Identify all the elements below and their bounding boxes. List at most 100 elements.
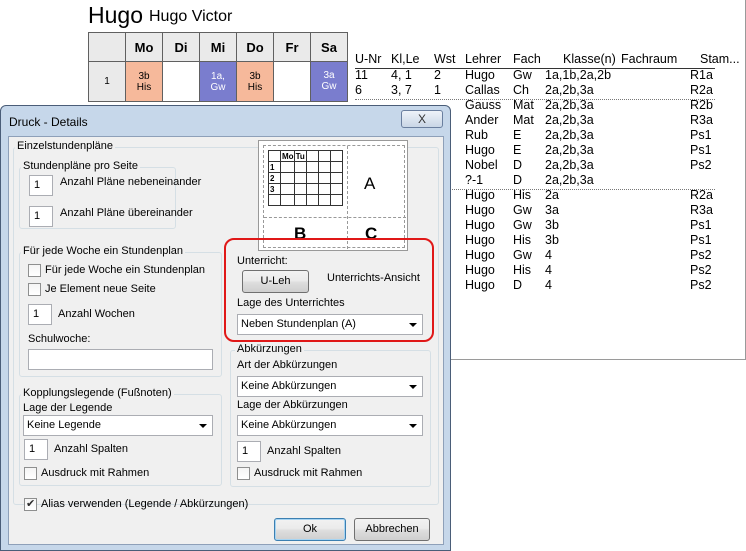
close-icon: X [417, 112, 426, 126]
report-subtitle: Hugo Victor [149, 8, 233, 25]
day-header: Di [162, 32, 200, 62]
list-cell: Mat [513, 98, 534, 112]
timetable-grid: Mo Di Mi Do Fr Sa 1 3b His 1a, Gw 3b His 3a… [88, 32, 348, 102]
list-header: Lehrer [465, 52, 502, 66]
list-cell: Hugo [465, 143, 495, 157]
list-header: Wst [434, 52, 456, 66]
list-cell: His [513, 263, 532, 277]
list-cell: 3b [545, 233, 559, 247]
plans-stacked-input[interactable]: 1 [29, 206, 53, 227]
alias-label: Alias verwenden (Legende / Abkürzungen) [41, 498, 249, 510]
list-cell: 2a,2b,3a [545, 113, 594, 127]
group-per-page-label: Stundenpläne pro Seite [21, 160, 140, 172]
list-cell: Ps1 [690, 233, 712, 247]
list-cell: 2a,2b,3a [545, 83, 594, 97]
close-button[interactable]: X [401, 110, 443, 128]
legend-frame-label: Ausdruck mit Rahmen [41, 467, 150, 479]
list-cell: 2a,2b,3a [545, 173, 594, 187]
new-page-checkbox[interactable] [28, 283, 41, 296]
list-header: Fach [513, 52, 541, 66]
day-header: Mi [199, 32, 237, 62]
each-week-checkbox[interactable] [28, 264, 41, 277]
dialog-titlebar[interactable]: Druck - Details X [1, 106, 450, 136]
report-title: Hugo [88, 2, 143, 28]
day-header: Sa [310, 32, 348, 62]
legend-columns-label: Anzahl Spalten [54, 443, 128, 455]
legend-frame-checkbox[interactable] [24, 467, 37, 480]
list-cell: Callas [465, 83, 500, 97]
list-cell: 6 [355, 83, 362, 97]
alias-checkbox[interactable] [24, 497, 37, 511]
list-cell: Hugo [465, 233, 495, 247]
chevron-down-icon [409, 385, 417, 389]
list-cell: D [513, 173, 523, 187]
list-cell: E [513, 128, 522, 142]
list-cell: 1 [434, 83, 441, 97]
dialog-title: Druck - Details [9, 115, 88, 129]
list-cell: Ps1 [690, 218, 712, 232]
preview-label-a: A [364, 174, 376, 193]
list-cell: Ps2 [690, 248, 712, 262]
abbrev-type-label: Art der Abkürzungen [237, 359, 338, 371]
highlight-frame [224, 238, 434, 342]
abbrev-position-label: Lage der Abkürzungen [237, 399, 348, 411]
lesson-cell: 3b His [236, 61, 274, 102]
period-label: 1 [88, 61, 126, 102]
plans-side-by-side-input[interactable]: 1 [29, 175, 53, 196]
list-cell: Gw [513, 218, 532, 232]
list-cell: 3a [545, 203, 559, 217]
layout-preview: Mo Tu 1 2 3 A B C [258, 140, 408, 251]
list-cell: 2a,2b,3a [545, 128, 594, 142]
list-cell: 4 [545, 248, 552, 262]
list-cell: D [513, 278, 523, 292]
day-header: Fr [273, 32, 311, 62]
cancel-button[interactable]: Abbrechen [354, 518, 430, 541]
ok-button[interactable]: Ok [274, 518, 346, 541]
list-header: U-Nr [355, 52, 382, 66]
each-week-label: Für jede Woche ein Stundenplan [45, 264, 206, 276]
legend-position-select[interactable]: Keine Legende [23, 415, 213, 436]
list-cell: R3a [690, 113, 713, 127]
schoolweek-input[interactable] [28, 349, 213, 370]
plans-side-by-side-label: Anzahl Pläne nebeneinander [60, 176, 202, 188]
list-header: Klasse(n) [563, 52, 616, 66]
abbrev-columns-input[interactable]: 1 [237, 441, 261, 462]
list-cell: Mat [513, 113, 534, 127]
list-header: Stam... [700, 52, 740, 66]
list-cell: 4 [545, 278, 552, 292]
list-cell: 3b [545, 218, 559, 232]
chevron-down-icon [409, 424, 417, 428]
list-cell: E [513, 143, 522, 157]
abbrev-position-select[interactable]: Keine Abkürzungen [237, 415, 423, 436]
abbrev-type-select[interactable]: Keine Abkürzungen [237, 376, 423, 397]
new-page-label: Je Element neue Seite [45, 283, 156, 295]
list-cell: 4, 1 [391, 68, 412, 82]
group-week-label: Für jede Woche ein Stundenplan [21, 245, 186, 257]
list-cell: Rub [465, 128, 488, 142]
list-cell: R2b [690, 98, 713, 112]
list-cell: Ps2 [690, 158, 712, 172]
list-cell: Hugo [465, 248, 495, 262]
list-header: Kl,Le [391, 52, 420, 66]
day-header: Mo [125, 32, 163, 62]
list-cell: Ps2 [690, 263, 712, 277]
chevron-down-icon [199, 424, 207, 428]
list-cell: His [513, 188, 532, 202]
weeks-count-input[interactable]: 1 [28, 304, 52, 325]
preview-grid: Mo Tu 1 2 3 [268, 150, 343, 206]
list-cell: Gw [513, 203, 532, 217]
list-cell: Hugo [465, 188, 495, 202]
abbrev-frame-checkbox[interactable] [237, 467, 250, 480]
list-cell: R3a [690, 203, 713, 217]
list-cell: Hugo [465, 218, 495, 232]
legend-columns-input[interactable]: 1 [24, 439, 48, 460]
list-cell: Gw [513, 248, 532, 262]
list-cell: 2 [434, 68, 441, 82]
legend-position-label: Lage der Legende [23, 402, 113, 414]
list-cell: 4 [545, 263, 552, 277]
empty-cell [162, 61, 200, 102]
list-cell: Ps1 [690, 143, 712, 157]
list-cell: R2a [690, 188, 713, 202]
list-cell: 2a [545, 188, 559, 202]
list-cell: Hugo [465, 203, 495, 217]
